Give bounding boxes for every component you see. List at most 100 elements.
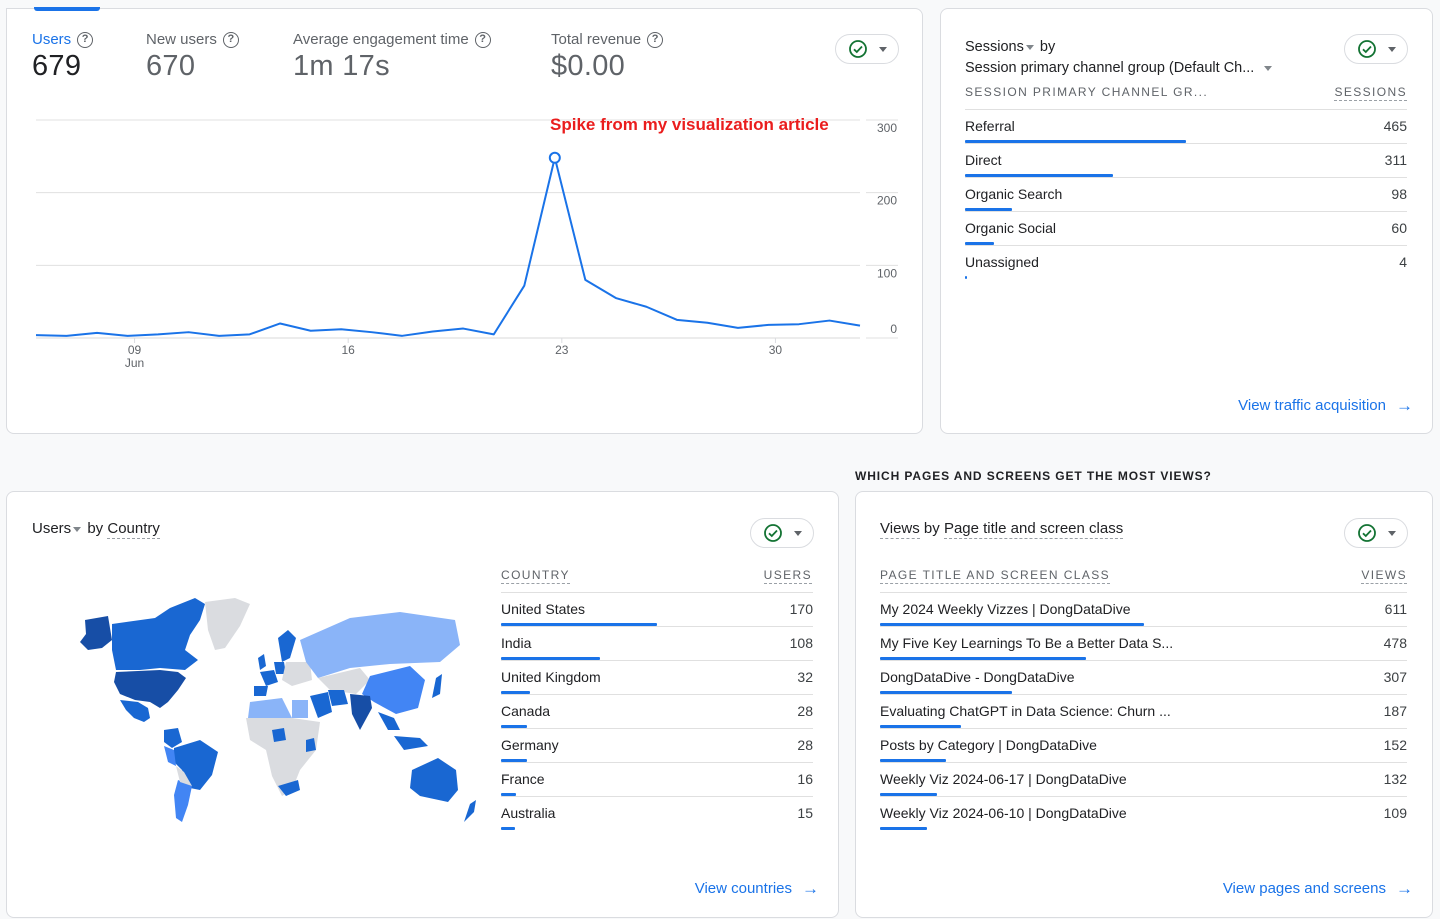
- dimension-selector[interactable]: Country: [107, 520, 160, 539]
- row-label: Direct: [965, 152, 1002, 168]
- table-row[interactable]: Posts by Category | DongDataDive 152: [880, 728, 1407, 762]
- dimension-selector[interactable]: Session primary channel group (Default C…: [965, 60, 1274, 76]
- row-value: 478: [1383, 635, 1407, 651]
- row-label: Unassigned: [965, 254, 1039, 270]
- column-header-country[interactable]: COUNTRY: [501, 568, 570, 584]
- map-region-greenland[interactable]: [205, 598, 250, 650]
- map-region-uk[interactable]: [258, 654, 266, 670]
- row-value: 15: [797, 805, 813, 821]
- table-row[interactable]: France 16: [501, 762, 813, 796]
- table-row[interactable]: Unassigned 4: [965, 245, 1407, 279]
- map-region-australia[interactable]: [410, 758, 458, 802]
- y-tick-label: 100: [877, 266, 897, 280]
- row-value: 132: [1383, 771, 1407, 787]
- map-region-egypt[interactable]: [292, 700, 308, 718]
- map-region-colombia[interactable]: [164, 728, 182, 748]
- table-row[interactable]: My 2024 Weekly Vizzes | DongDataDive 611: [880, 592, 1407, 626]
- by-label: by: [1039, 39, 1056, 55]
- highlighted-data-point: [548, 151, 561, 164]
- metric-name: Sessions: [965, 39, 1024, 55]
- metric-selector[interactable]: Views: [880, 520, 920, 539]
- row-label: France: [501, 771, 545, 787]
- dimension-name: Session primary channel group (Default C…: [965, 60, 1255, 76]
- row-label: India: [501, 635, 532, 651]
- map-region-iran[interactable]: [328, 690, 348, 706]
- map-region-nigeria[interactable]: [272, 728, 286, 742]
- row-value: 108: [789, 635, 813, 651]
- table-row[interactable]: Weekly Viz 2024-06-10 | DongDataDive 109: [880, 796, 1407, 830]
- row-share-bar: [965, 276, 967, 279]
- table-row[interactable]: Referral 465: [965, 109, 1407, 143]
- map-region-se-asia[interactable]: [378, 712, 400, 730]
- y-tick-label: 300: [877, 121, 897, 135]
- table-row[interactable]: Organic Social 60: [965, 211, 1407, 245]
- map-region-canada[interactable]: [112, 598, 205, 670]
- row-value: 465: [1383, 118, 1407, 134]
- row-value: 311: [1384, 152, 1407, 168]
- row-label: My Five Key Learnings To Be a Better Dat…: [880, 635, 1174, 651]
- column-header-dimension: SESSION PRIMARY CHANNEL GR...: [965, 85, 1209, 99]
- caret-down-icon: [1025, 44, 1034, 50]
- map-region-new-zealand[interactable]: [464, 800, 476, 822]
- row-label: Referral: [965, 118, 1015, 134]
- row-label: United Kingdom: [501, 669, 601, 685]
- map-region-mexico[interactable]: [120, 700, 150, 722]
- map-region-scandinavia[interactable]: [278, 630, 296, 662]
- metric-selector[interactable]: Users: [32, 520, 83, 537]
- map-region-russia[interactable]: [300, 612, 460, 678]
- map-region-india[interactable]: [350, 694, 372, 730]
- by-label: by: [87, 520, 104, 537]
- table-row[interactable]: India 108: [501, 626, 813, 660]
- arrow-right-icon: →: [1396, 396, 1413, 415]
- table-row[interactable]: My Five Key Learnings To Be a Better Dat…: [880, 626, 1407, 660]
- arrow-right-icon: →: [802, 879, 819, 898]
- table-row[interactable]: Direct 311: [965, 143, 1407, 177]
- row-label: Weekly Viz 2024-06-17 | DongDataDive: [880, 771, 1127, 787]
- insights-dropdown-button[interactable]: [750, 518, 814, 548]
- insights-dropdown-button[interactable]: [1344, 518, 1408, 548]
- column-header-views[interactable]: VIEWS: [1361, 568, 1407, 584]
- table-row[interactable]: Germany 28: [501, 728, 813, 762]
- table-row[interactable]: United Kingdom 32: [501, 660, 813, 694]
- map-region-france[interactable]: [260, 670, 278, 686]
- metric-selector[interactable]: Sessions: [965, 39, 1036, 55]
- row-label: Germany: [501, 737, 559, 753]
- row-value: 60: [1391, 220, 1407, 236]
- row-value: 152: [1383, 737, 1407, 753]
- check-circle-icon: [1357, 40, 1376, 58]
- dimension-selector[interactable]: Page title and screen class: [943, 520, 1124, 539]
- map-region-alaska[interactable]: [80, 616, 112, 650]
- row-label: Organic Social: [965, 220, 1057, 236]
- map-region-middle-east[interactable]: [310, 692, 332, 718]
- map-region-spain[interactable]: [254, 686, 268, 696]
- table-row[interactable]: United States 170: [501, 592, 813, 626]
- table-row[interactable]: Australia 15: [501, 796, 813, 830]
- pages-card-title: Views by Page title and screen class: [880, 520, 1124, 539]
- map-region-indonesia[interactable]: [394, 736, 428, 750]
- column-header-sessions[interactable]: SESSIONS: [1334, 85, 1407, 101]
- world-map[interactable]: [60, 590, 490, 840]
- metric-name: Users: [32, 520, 72, 537]
- column-header-page-title[interactable]: PAGE TITLE AND SCREEN CLASS: [880, 568, 1111, 584]
- map-region-argentina[interactable]: [174, 780, 192, 822]
- y-tick-label: 0: [890, 322, 897, 336]
- chart-annotation: Spike from my visualization article: [550, 115, 829, 134]
- view-traffic-acquisition-link[interactable]: View traffic acquisition →: [1238, 397, 1413, 414]
- row-label: DongDataDive - DongDataDive: [880, 669, 1075, 685]
- row-value: 187: [1383, 703, 1407, 719]
- table-row[interactable]: Evaluating ChatGPT in Data Science: Chur…: [880, 694, 1407, 728]
- table-row[interactable]: Organic Search 98: [965, 177, 1407, 211]
- insights-dropdown-button[interactable]: [1344, 34, 1408, 64]
- row-value: 307: [1383, 669, 1407, 685]
- sessions-card: Sessions by Session primary channel grou…: [940, 8, 1433, 434]
- map-region-japan[interactable]: [432, 674, 442, 698]
- table-row[interactable]: DongDataDive - DongDataDive 307: [880, 660, 1407, 694]
- row-value: 4: [1399, 254, 1407, 270]
- column-header-users[interactable]: USERS: [763, 568, 812, 584]
- view-pages-and-screens-link[interactable]: View pages and screens →: [1223, 880, 1413, 897]
- table-row[interactable]: Weekly Viz 2024-06-17 | DongDataDive 132: [880, 762, 1407, 796]
- y-tick-label: 200: [877, 194, 897, 208]
- table-row[interactable]: Canada 28: [501, 694, 813, 728]
- map-region-europe-other[interactable]: [282, 662, 312, 686]
- view-countries-link[interactable]: View countries →: [695, 880, 819, 897]
